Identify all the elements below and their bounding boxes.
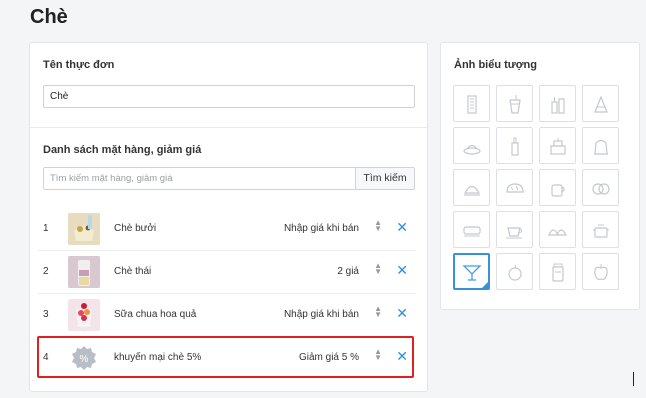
section-divider [30,127,427,128]
page-title: Chè [30,6,68,28]
items-section-label: Danh sách mặt hàng, giảm giá [43,144,202,156]
icon-option-cocktail-icon[interactable] [453,253,490,290]
wine-bottle-icon [510,137,519,156]
dessert-photo-icon [68,299,100,331]
row-index: 2 [43,266,49,277]
item-thumbnail [68,213,100,245]
pot-icon [592,224,609,238]
item-row[interactable]: 3 Sữa chua hoa quả Nhập giá khi bán ▲ ▼ ✕ [38,294,416,337]
icon-option-apple-icon[interactable] [582,253,619,290]
icon-option-sushi-icon[interactable] [453,211,490,248]
item-row[interactable]: 1 Chè bưởi Nhập giá khi bán ▲ ▼ ✕ [38,208,416,251]
item-thumbnail [68,256,100,288]
menu-name-label: Tên thực đơn [43,59,115,71]
bottles-icon [550,96,565,114]
row-index: 1 [43,223,49,234]
jar-icon [551,263,564,282]
drink-cup-icon [508,94,521,114]
item-search-input[interactable]: Tìm kiếm mặt hàng, giảm giá [43,167,356,190]
selected-check-icon [481,281,489,289]
icon-option-drink-cup-icon[interactable] [496,85,533,122]
item-name: Sữa chua hoa quả [114,309,197,320]
item-name: Chè bưởi [114,223,157,234]
tea-cup-icon [505,226,522,238]
menu-name-input[interactable]: Chè [43,85,415,108]
icon-option-jar-icon[interactable] [539,253,576,290]
icon-option-cloche-icon[interactable] [453,169,490,206]
icon-option-fruit-icon[interactable] [496,253,533,290]
icon-option-cake-slice-icon[interactable] [582,85,619,122]
cake-slice-icon [593,94,608,113]
icon-panel-label: Ảnh biểu tượng [454,59,537,71]
cocktail-icon [461,264,482,281]
apple-icon [593,263,608,280]
dumplings-icon [547,228,567,236]
item-price[interactable]: Nhập giá khi bán [284,223,359,234]
icon-option-building-icon[interactable] [453,85,490,122]
dessert-jelly-icon [593,139,608,155]
remove-icon[interactable]: ✕ [396,262,408,279]
donut-icon [591,182,610,195]
remove-icon[interactable]: ✕ [396,305,408,322]
dish-icon [462,144,481,155]
icon-option-bottles-icon[interactable] [539,85,576,122]
coffee-cup-icon [550,183,565,197]
row-index: 3 [43,309,49,320]
building-icon [466,94,477,114]
dessert-photo-icon [68,256,100,288]
sort-handle-icon[interactable]: ▲ ▼ [374,219,382,233]
dessert-photo-icon [68,213,100,245]
item-price[interactable]: 2 giá [337,266,359,277]
icon-option-dish-icon[interactable] [453,127,490,164]
icon-option-bread-icon[interactable] [496,169,533,206]
sort-handle-icon[interactable]: ▲ ▼ [374,305,382,319]
icon-option-wine-bottle-icon[interactable] [496,127,533,164]
icon-option-coffee-cup-icon[interactable] [539,169,576,206]
icon-option-cake-icon[interactable] [539,127,576,164]
icon-option-pot-icon[interactable] [582,211,619,248]
item-price[interactable]: Nhập giá khi bán [284,309,359,320]
sushi-icon [462,225,481,236]
item-row[interactable]: 2 Chè thái 2 giá ▲ ▼ ✕ [38,251,416,294]
text-cursor [633,372,634,386]
fruit-icon [507,264,522,281]
remove-icon[interactable]: ✕ [396,219,408,236]
highlight-box [37,336,414,378]
icon-option-tea-cup-icon[interactable] [496,211,533,248]
icon-option-donut-icon[interactable] [582,169,619,206]
cake-icon [549,137,566,155]
icon-picker-card: Ảnh biểu tượng [440,42,640,310]
search-button[interactable]: Tìm kiếm [355,167,415,190]
bread-icon [505,182,524,193]
sort-handle-icon[interactable]: ▲ ▼ [374,262,382,276]
cloche-icon [463,185,480,196]
item-thumbnail [68,299,100,331]
item-name: Chè thái [114,266,152,277]
icon-option-dessert-jelly-icon[interactable] [582,127,619,164]
icon-option-dumplings-icon[interactable] [539,211,576,248]
